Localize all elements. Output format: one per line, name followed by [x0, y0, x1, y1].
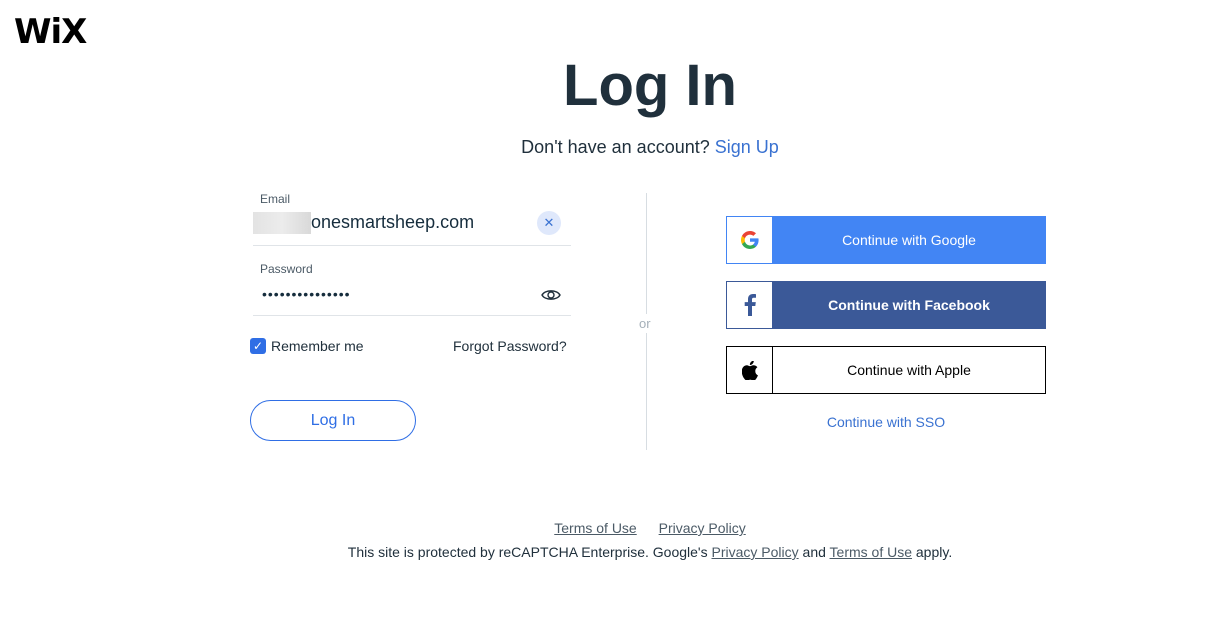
remember-me[interactable]: ✓ Remember me: [250, 338, 364, 354]
password-value[interactable]: •••••••••••••••: [262, 286, 351, 302]
page-title: Log In: [563, 53, 737, 118]
facebook-login-label: Continue with Facebook: [828, 297, 990, 313]
close-icon: ✕: [543, 215, 555, 230]
wix-logo[interactable]: WiX: [14, 12, 87, 52]
signup-prompt-text: Don't have an account?: [521, 137, 710, 157]
signup-prompt: Don't have an account? Sign Up: [0, 137, 1226, 158]
or-separator: or: [638, 314, 652, 333]
recaptcha-notice: This site is protected by reCAPTCHA Ente…: [0, 544, 1226, 560]
privacy-policy-link[interactable]: Privacy Policy: [659, 520, 746, 536]
forgot-password-link[interactable]: Forgot Password?: [453, 338, 567, 354]
login-button[interactable]: Log In: [250, 400, 416, 441]
footer-links: Terms of Use Privacy Policy: [0, 520, 1226, 536]
email-value[interactable]: onesmartsheep.com: [253, 212, 475, 235]
show-password-icon[interactable]: [541, 287, 561, 303]
google-terms-of-use-link[interactable]: Terms of Use: [830, 544, 912, 560]
signup-link[interactable]: Sign Up: [715, 137, 779, 157]
clear-email-button[interactable]: ✕: [537, 211, 561, 235]
facebook-icon: [744, 294, 756, 316]
google-login-label: Continue with Google: [842, 232, 976, 248]
recaptcha-and: and: [802, 544, 826, 560]
apple-login-button[interactable]: Continue with Apple: [726, 346, 1046, 394]
redacted-text: [253, 212, 311, 235]
terms-of-use-link[interactable]: Terms of Use: [554, 520, 636, 536]
apple-login-label: Continue with Apple: [847, 362, 971, 378]
password-label: Password: [260, 262, 313, 276]
password-field[interactable]: Password •••••••••••••••: [253, 262, 571, 316]
checkmark-icon: ✓: [252, 339, 264, 353]
google-icon-box: [727, 217, 773, 263]
email-value-text: onesmartsheep.com: [311, 212, 475, 232]
facebook-login-button[interactable]: Continue with Facebook: [726, 281, 1046, 329]
apple-icon-box: [727, 347, 773, 393]
facebook-icon-box: [727, 282, 773, 328]
google-icon: [740, 231, 759, 249]
sso-login-link[interactable]: Continue with SSO: [726, 414, 1046, 430]
email-label: Email: [260, 192, 291, 206]
remember-me-label: Remember me: [271, 338, 364, 354]
email-field[interactable]: Email onesmartsheep.com ✕: [253, 192, 571, 246]
recaptcha-suffix: apply.: [915, 544, 953, 560]
recaptcha-prefix: This site is protected by reCAPTCHA Ente…: [347, 544, 708, 560]
google-privacy-policy-link[interactable]: Privacy Policy: [712, 544, 799, 560]
google-login-button[interactable]: Continue with Google: [726, 216, 1046, 264]
remember-me-checkbox[interactable]: ✓: [250, 338, 266, 354]
apple-icon: [741, 360, 758, 380]
